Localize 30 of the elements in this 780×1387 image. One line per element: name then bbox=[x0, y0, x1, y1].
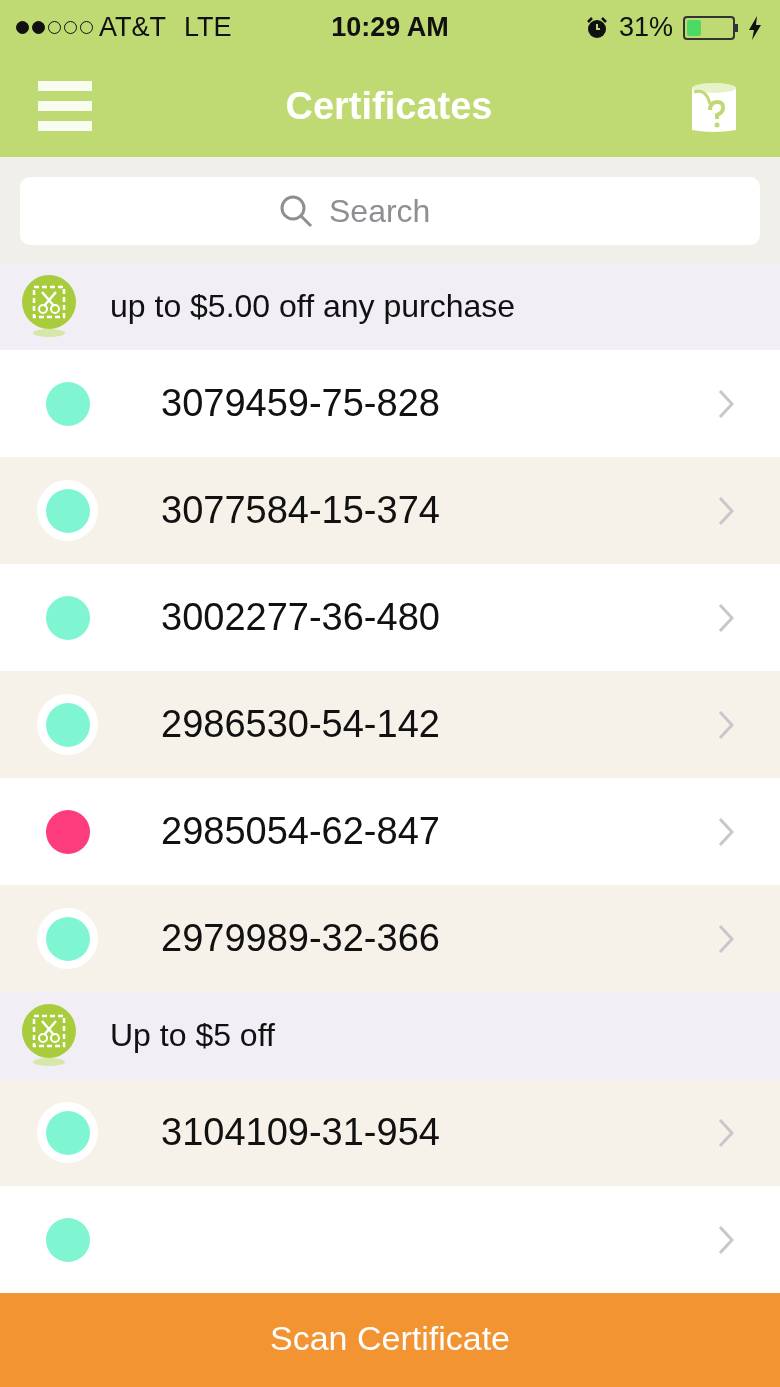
coupon-scissors-icon bbox=[22, 1003, 76, 1068]
clock-time: 10:29 AM bbox=[331, 12, 449, 42]
certificate-number: 3077584-15-374 bbox=[161, 489, 441, 532]
chevron-icon bbox=[718, 1224, 734, 1255]
chevron-icon bbox=[718, 709, 734, 740]
chevron-icon bbox=[718, 923, 734, 954]
chevron-icon bbox=[718, 1117, 734, 1148]
search-icon bbox=[279, 194, 313, 228]
carrier-name: AT&T bbox=[99, 12, 166, 43]
group-title: up to $5.00 off any purchase bbox=[110, 288, 516, 325]
battery-percent: 31% bbox=[618, 12, 673, 43]
certificate-number: 3104109-31-954 bbox=[161, 1111, 441, 1154]
chevron-icon bbox=[718, 495, 734, 526]
menu-icon[interactable] bbox=[38, 79, 92, 133]
search-field[interactable]: Search bbox=[327, 191, 501, 231]
certificate-number: 2985054-62-847 bbox=[161, 810, 441, 853]
certificate-number: 2986530-54-142 bbox=[161, 703, 441, 746]
certificate-number: 3002277-36-480 bbox=[161, 596, 441, 639]
certificate-number: 2979989-32-366 bbox=[161, 917, 441, 960]
battery-icon bbox=[683, 15, 738, 40]
chevron-icon bbox=[718, 602, 734, 633]
charging-bolt-icon bbox=[748, 15, 762, 40]
scan-certificate-button[interactable]: Scan Certificate bbox=[0, 1293, 780, 1387]
network-type: LTE bbox=[184, 12, 232, 43]
screen-title: Certificates bbox=[285, 84, 493, 128]
chevron-icon bbox=[718, 388, 734, 419]
certificate-number: 3079459-75-828 bbox=[161, 382, 441, 425]
coupon-scissors-icon bbox=[22, 274, 76, 339]
chevron-icon bbox=[718, 816, 734, 847]
group-title: Up to $5 off bbox=[110, 1017, 275, 1054]
